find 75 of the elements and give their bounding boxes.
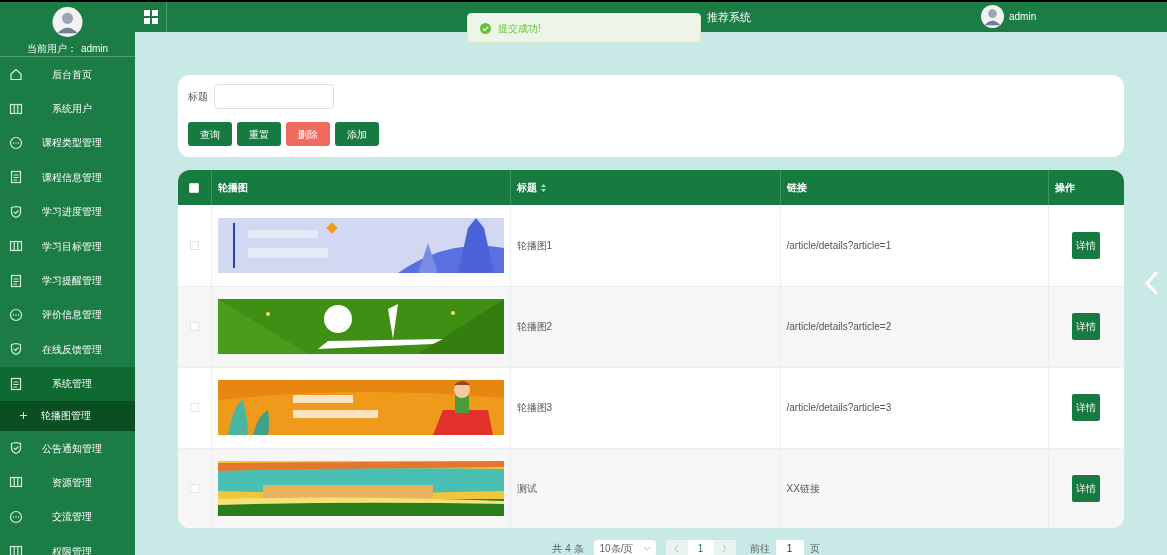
sidebar-item[interactable]: 课程类型管理 [0, 125, 135, 161]
add-button[interactable]: 添加 [335, 122, 379, 146]
sidebar-item[interactable]: 学习提醒管理 [0, 263, 135, 298]
chevron-left-icon [674, 545, 680, 552]
avatar-icon [981, 5, 1004, 28]
shield-check-icon [9, 342, 23, 357]
sidebar-item[interactable]: 评价信息管理 [0, 297, 135, 333]
current-user-label: 当前用户： [26, 42, 77, 56]
sidebar-item[interactable]: 课程信息管理 [0, 160, 135, 195]
user-name: admin [1009, 10, 1037, 24]
table-cell: 轮播图3 [510, 367, 780, 448]
goto-label: 前往 [749, 542, 770, 555]
check-circle-icon [480, 22, 491, 34]
columns-icon [9, 544, 23, 555]
document-icon [9, 273, 23, 288]
sort-icon[interactable] [540, 184, 546, 193]
table-cell: 轮播图2 [510, 286, 780, 367]
current-user-name: admin [80, 42, 109, 56]
system-title: 推荐系统 [707, 10, 751, 25]
goto-page-field[interactable]: 1 [775, 540, 804, 555]
table-cell: 测试 [510, 448, 780, 528]
sidebar-item[interactable]: 后台首页 [0, 57, 135, 92]
row-checkbox[interactable] [189, 484, 199, 493]
table-cell: XX链接 [780, 448, 1048, 528]
delete-button[interactable]: 删除 [286, 122, 330, 146]
page-size-select[interactable]: 10条/页 [593, 540, 656, 555]
details-button[interactable]: 详情 [1072, 475, 1101, 502]
avatar-icon [52, 7, 83, 37]
row-checkbox[interactable] [189, 240, 199, 250]
columns-icon [9, 475, 23, 490]
shield-check-icon [9, 441, 23, 456]
row-checkbox[interactable] [189, 322, 199, 331]
sidebar-item[interactable]: 公告通知管理 [0, 430, 135, 466]
table-cell: /article/details?article=2 [780, 286, 1048, 367]
table-cell: 轮播图1 [510, 205, 780, 286]
page-button[interactable]: 1 [687, 540, 714, 555]
query-button[interactable]: 查询 [188, 122, 232, 146]
columns-icon [9, 239, 23, 254]
column-header: 操作 [1048, 170, 1124, 205]
sidebar-item[interactable]: 学习进度管理 [0, 194, 135, 229]
plus-icon [20, 412, 27, 420]
grid-menu-icon[interactable] [143, 10, 158, 24]
details-button[interactable]: 详情 [1072, 313, 1101, 340]
table-cell: /article/details?article=3 [780, 367, 1048, 448]
reset-button[interactable]: 重置 [237, 122, 281, 146]
chevron-right-icon [722, 545, 728, 552]
chat-bubble-icon [9, 135, 23, 150]
details-button[interactable]: 详情 [1072, 394, 1101, 421]
chat-bubble-icon [9, 509, 23, 524]
sidebar-item[interactable]: 系统用户 [0, 91, 135, 126]
select-all-checkbox[interactable] [189, 182, 200, 193]
home-icon [9, 67, 23, 82]
sidebar-item[interactable]: 在线反馈管理 [0, 332, 135, 367]
details-button[interactable]: 详情 [1072, 231, 1101, 259]
shield-check-icon [9, 204, 23, 219]
title-label: 标题 [188, 90, 208, 104]
caret-icon [643, 546, 650, 551]
columns-icon [9, 101, 23, 116]
next-page-button[interactable] [713, 540, 736, 555]
page-suffix: 页 [809, 542, 820, 555]
sidebar-item[interactable]: 资源管理 [0, 465, 135, 500]
previous-page-button[interactable] [665, 540, 688, 555]
total-count: 共 4 条 [552, 542, 584, 555]
document-icon [9, 376, 23, 391]
chevron-left-icon[interactable] [1145, 270, 1159, 296]
table-cell: /article/details?article=1 [780, 205, 1048, 286]
document-icon [9, 170, 23, 185]
title-input-field[interactable] [214, 84, 334, 109]
success-toast: 提交成功! [467, 13, 701, 43]
sidebar-item[interactable]: 学习目标管理 [0, 228, 135, 264]
sidebar-item[interactable]: 交流管理 [0, 499, 135, 535]
row-checkbox[interactable] [189, 403, 199, 412]
chat-bubble-icon [9, 307, 23, 322]
sidebar-subitem[interactable]: 轮播图管理 [0, 400, 135, 431]
sidebar-item[interactable]: 系统管理 [0, 366, 135, 401]
